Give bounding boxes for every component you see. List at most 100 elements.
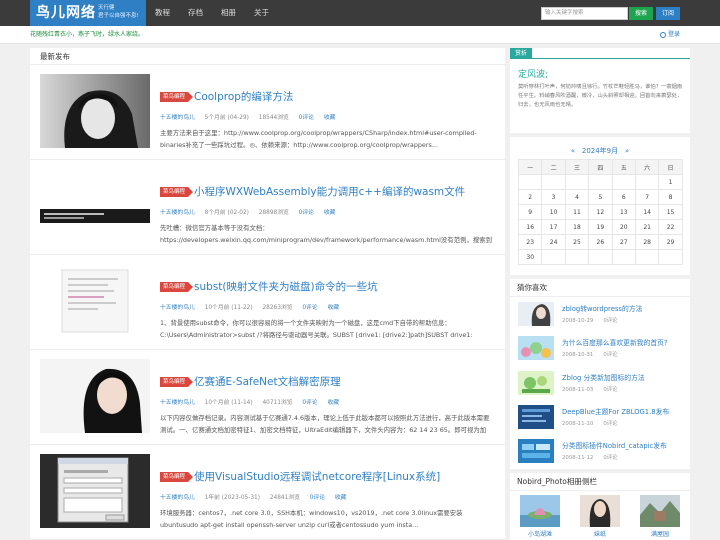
search-input[interactable]: 输入关键字搜索 (541, 7, 628, 20)
author-link[interactable]: 十五楼的鸟儿 (160, 210, 195, 216)
screenshot-image (40, 454, 150, 528)
calendar-day: 12 (588, 204, 613, 220)
calendar-day: 27 (611, 234, 636, 250)
nav-item-tutorial[interactable]: 教程 (146, 0, 179, 26)
recommend-title[interactable]: Zblog 分类新加图标的方法 (562, 372, 645, 382)
comment-link[interactable]: 0评论 (310, 495, 325, 501)
post-time: 10个月前 (11-22) (204, 305, 253, 311)
post-title[interactable]: 亿赛通E-SafeNet文档解密原理 (194, 375, 341, 389)
login-link[interactable]: 登录 (660, 26, 680, 44)
category-tag[interactable]: 菜鸟编程 (160, 92, 194, 102)
recommend-comments: 0评论 (603, 318, 618, 324)
widget-title: Nobird_Photo相册侧栏 (510, 473, 690, 491)
author-link[interactable]: 十五楼的鸟儿 (160, 495, 195, 501)
recommend-thumbnail[interactable] (518, 439, 554, 463)
recommend-thumbnail[interactable] (518, 302, 554, 326)
weekday-label: 三 (564, 159, 590, 175)
power-icon (660, 31, 666, 38)
post-meta: 十五楼的鸟儿 1年前 (2023-05-31) 24841浏览 0评论 收藏 (160, 492, 354, 501)
subscribe-button[interactable]: 订阅 (656, 7, 680, 20)
recommend-item[interactable]: Zblog 分类新加图标的方法 2008-11-03 0评论 (518, 369, 688, 399)
category-tag[interactable]: 菜鸟编程 (160, 472, 194, 482)
nav-item-about[interactable]: 关于 (245, 0, 278, 26)
photo-caption[interactable]: 妹纸 (580, 529, 620, 538)
author-link[interactable]: 十五楼的鸟儿 (160, 115, 195, 121)
photo-item[interactable]: 妹纸 (580, 495, 620, 538)
post-thumbnail[interactable] (40, 454, 150, 528)
next-month-link[interactable]: » (625, 147, 629, 155)
recommend-title[interactable]: 分类图标插件Nobird_catapic发布 (562, 440, 667, 450)
photo-thumbnail[interactable] (640, 495, 680, 527)
recommend-item[interactable]: 为什么百度那么喜欢更新我的首页? 2008-10-31 0评论 (518, 334, 688, 364)
calendar-day: 30 (517, 249, 543, 265)
recommend-title[interactable]: 为什么百度那么喜欢更新我的首页? (562, 337, 668, 347)
post-thumbnail[interactable] (40, 264, 150, 338)
prev-month-link[interactable]: « (571, 147, 575, 155)
recommend-title[interactable]: DeepBlue主题For ZBLOG1.8发布 (562, 406, 669, 416)
recommend-thumbnail[interactable] (518, 405, 554, 429)
favorite-link[interactable]: 收藏 (335, 495, 347, 501)
favorite-link[interactable]: 收藏 (324, 115, 336, 121)
recommend-thumbnail[interactable] (518, 336, 554, 360)
calendar-day (658, 249, 683, 265)
calendar-day (588, 174, 613, 190)
recommend-title[interactable]: zblog转wordpress的方法 (562, 303, 642, 313)
favorite-link[interactable]: 收藏 (324, 210, 336, 216)
comment-link[interactable]: 0评论 (302, 400, 317, 406)
nav-item-archive[interactable]: 存档 (179, 0, 212, 26)
view-count: 28263浏览 (262, 305, 293, 311)
photo-thumbnail[interactable] (520, 495, 560, 527)
post-title[interactable]: Coolprop的编译方法 (194, 90, 293, 104)
author-link[interactable]: 十五楼的鸟儿 (160, 305, 195, 311)
post-title[interactable]: 使用VisualStudio远程调试netcore程序[Linux系统] (194, 470, 440, 484)
recommend-item[interactable]: DeepBlue主题For ZBLOG1.8发布 2008-11-10 0评论 (518, 403, 688, 433)
favorite-link[interactable]: 收藏 (328, 305, 340, 311)
calendar-day: 4 (564, 189, 590, 205)
category-tag[interactable]: 菜鸟编程 (160, 187, 194, 197)
calendar-week-row: 23 24 25 26 27 28 29 (517, 234, 683, 250)
photo-thumbnail[interactable] (580, 495, 620, 527)
author-link[interactable]: 十五楼的鸟儿 (160, 400, 195, 406)
calendar-day: 24 (541, 234, 566, 250)
calendar-day: 22 (658, 219, 683, 235)
poem-widget: 赏析 定风波; 莫听穿林打叶声，何妨吟啸且徐行。竹杖芒鞋轻胜马，谁怕？一蓑烟雨任… (510, 48, 690, 133)
calendar-week-row: 2345678 (517, 189, 683, 205)
calendar-day: 5 (588, 189, 613, 205)
calendar-weekday-row: 一 二 三 四 五 六 日 (517, 159, 683, 175)
search-button[interactable]: 搜索 (629, 7, 653, 20)
site-logo[interactable]: 鸟儿网络 天行健 君子以自强不息! (30, 0, 146, 26)
section-title: 最新发布 (30, 48, 505, 65)
nav-item-album[interactable]: 相册 (212, 0, 245, 26)
photo-item[interactable]: 满屋园 (640, 495, 680, 538)
post-excerpt: 先吐槽：微信官方基本等于没有文档：https://developers.weix… (160, 224, 493, 244)
post-title[interactable]: 小程序WXWebAssembly能力调用c++编译的wasm文件 (194, 185, 465, 199)
post-thumbnail[interactable] (40, 359, 150, 433)
post-thumbnail[interactable] (40, 169, 150, 243)
post-title[interactable]: subst(映射文件夹为磁盘)命令的一些坑 (194, 280, 378, 294)
calendar-day: 16 (517, 219, 543, 235)
comment-link[interactable]: 0评论 (302, 305, 317, 311)
photo-caption[interactable]: 满屋园 (640, 529, 680, 538)
comment-link[interactable]: 0评论 (299, 115, 314, 121)
calendar-day: 17 (541, 219, 566, 235)
category-tag[interactable]: 菜鸟编程 (160, 377, 194, 387)
calendar-day (611, 174, 636, 190)
portrait-image (40, 359, 150, 433)
calendar-day: 28 (634, 234, 660, 250)
photo-item[interactable]: 小岛湖滩 (520, 495, 560, 538)
weekday-label: 二 (541, 159, 566, 175)
calendar-header: « 2024年9月 » (510, 146, 690, 156)
recommend-thumbnail[interactable] (518, 371, 554, 395)
weekday-label: 日 (658, 159, 683, 175)
poem-text: 莫听穿林打叶声，何妨吟啸且徐行。竹杖芒鞋轻胜马，谁怕？一蓑烟雨任平生。料峭春风吹… (518, 84, 683, 108)
recommend-item[interactable]: zblog转wordpress的方法 2008-10-29 0评论 (518, 300, 688, 330)
comment-link[interactable]: 0评论 (299, 210, 314, 216)
favorite-link[interactable]: 收藏 (328, 400, 340, 406)
post-thumbnail[interactable] (40, 74, 150, 148)
calendar-day: 23 (517, 234, 543, 250)
category-tag[interactable]: 菜鸟编程 (160, 282, 194, 292)
portrait-image (40, 74, 150, 148)
recommend-item[interactable]: 分类图标插件Nobird_catapic发布 2008-11-12 0评论 (518, 437, 688, 467)
post-item: 菜鸟编程 subst(映射文件夹为磁盘)命令的一些坑 十五楼的鸟儿 10个月前 … (30, 255, 505, 350)
photo-caption[interactable]: 小岛湖滩 (520, 529, 560, 538)
